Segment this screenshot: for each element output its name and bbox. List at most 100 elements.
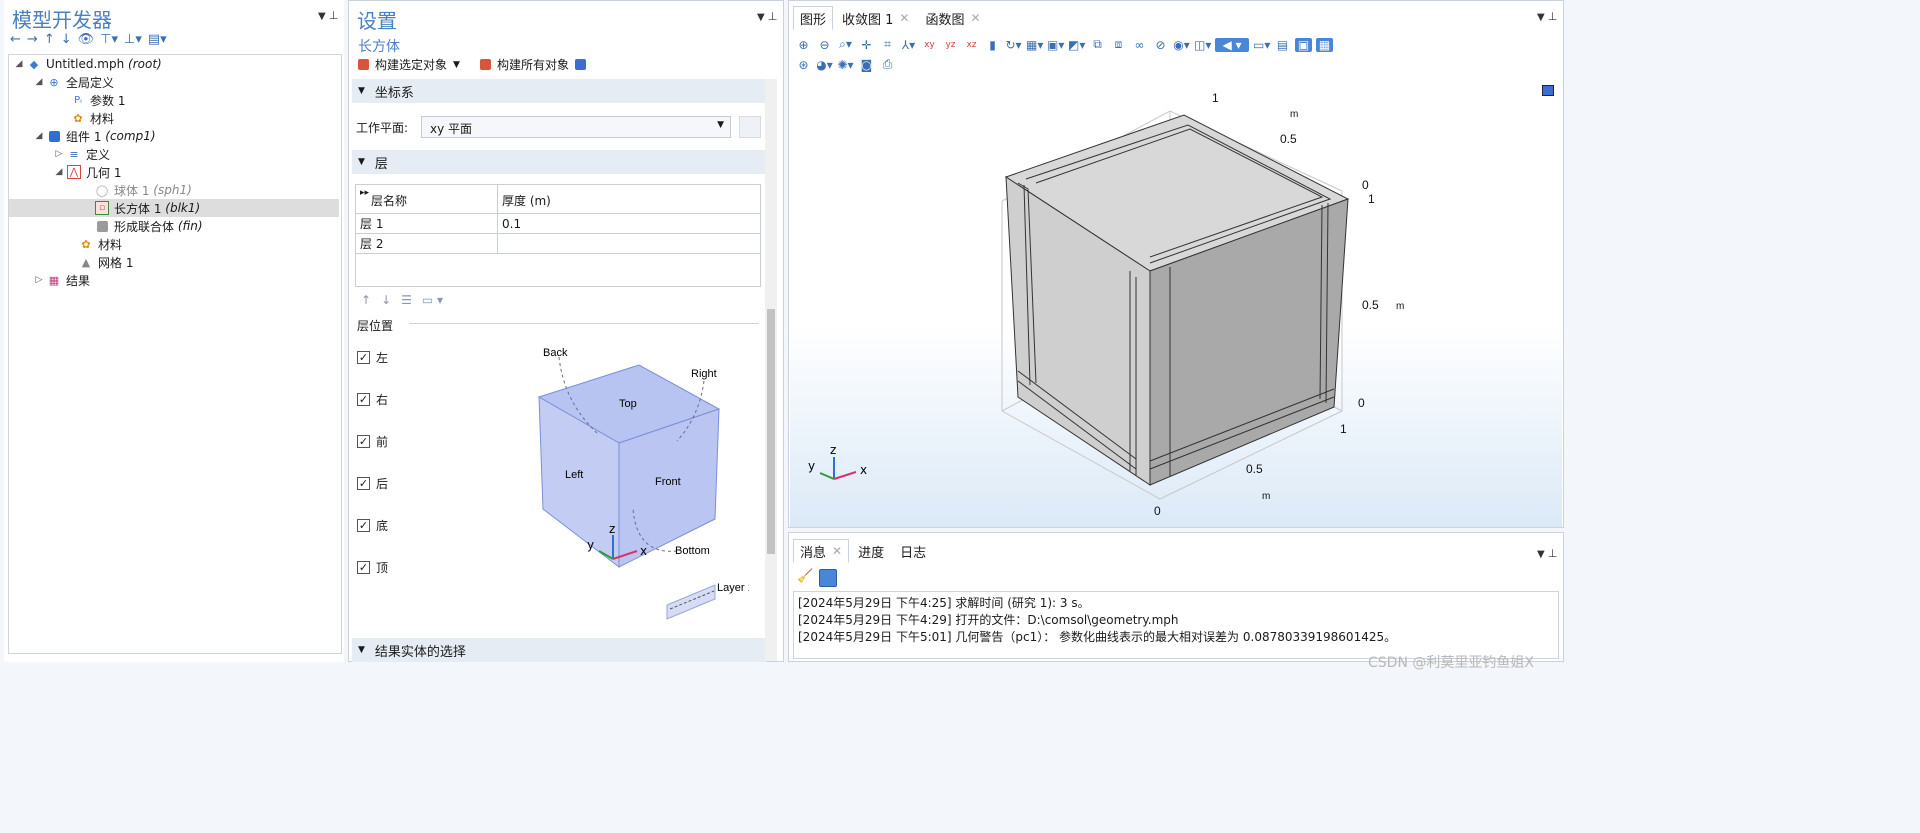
render-mode-icon[interactable]: ▭▾	[1253, 38, 1270, 52]
table-row[interactable]: 层 1 0.1	[355, 213, 761, 234]
section-layers[interactable]: ▼ 层	[352, 150, 766, 174]
collapse-icon[interactable]: ⊥▾	[124, 32, 142, 50]
tab-convergence-plot[interactable]: 收敛图 1 ✕	[835, 6, 916, 30]
down-arrow-icon[interactable]: ↓	[61, 32, 72, 50]
move-down-icon[interactable]: ↓	[381, 293, 391, 307]
checkbox-front[interactable]: ✓ 前	[357, 433, 388, 450]
view-direction-icon[interactable]: ▮	[984, 38, 1001, 52]
panel-menu-icon[interactable]: ▼ ⊥	[1537, 10, 1557, 23]
section-coordinate-system[interactable]: ▼ 坐标系	[352, 79, 766, 103]
hide-icon[interactable]: ⊘	[1152, 38, 1169, 52]
axes-icon[interactable]: ⅄▾	[900, 38, 917, 52]
tree-item-materials-component[interactable]: ✿ 材料	[9, 235, 339, 253]
section-result-selection[interactable]: ▼ 结果实体的选择	[352, 638, 766, 662]
tree-item-component[interactable]: ◢ 组件 1 (comp1)	[9, 127, 339, 145]
show-icon[interactable]: 👁	[78, 32, 95, 50]
forward-arrow-icon[interactable]: →	[27, 32, 38, 50]
panel-menu-icon[interactable]: ▼ ⊥	[757, 10, 777, 23]
cell-layer-name[interactable]: 层 2	[355, 233, 498, 254]
col-thickness[interactable]: 厚度 (m)	[497, 184, 761, 214]
table-edit-icon[interactable]: ▭ ▾	[422, 293, 443, 307]
view-xy-icon[interactable]: xy	[921, 40, 938, 50]
link-icon[interactable]: ∞	[1131, 38, 1148, 52]
view-xz-icon[interactable]: xz	[963, 40, 980, 50]
checkbox-back[interactable]: ✓ 后	[357, 475, 388, 492]
chevron-down-icon[interactable]: ▼	[453, 60, 460, 70]
tree-item-form-union[interactable]: 形成联合体 (fin)	[9, 217, 339, 235]
panel-menu-icon[interactable]: ▼ ⊥	[1537, 547, 1557, 560]
axis-right-05: 0.5	[1362, 298, 1379, 312]
tab-messages[interactable]: 消息 ✕	[793, 539, 850, 563]
tab-progress[interactable]: 进度	[851, 539, 891, 563]
zoom-in-icon[interactable]: ⊕	[795, 38, 812, 52]
reset-view-icon[interactable]: ⊛	[795, 58, 812, 72]
tree-item-sphere[interactable]: ◯ 球体 1 (sph1)	[9, 181, 339, 199]
build-selected-button[interactable]: 构建选定对象	[375, 56, 447, 73]
scene-light-icon[interactable]: ▣	[1295, 37, 1312, 52]
select-objects-icon[interactable]: ▦▾	[1026, 38, 1043, 52]
lighting-icon[interactable]: ▤	[1274, 38, 1291, 52]
zoom-extents-icon[interactable]: ✛	[858, 38, 875, 52]
up-arrow-icon[interactable]: ↑	[44, 32, 55, 50]
cell-thickness[interactable]	[497, 233, 761, 254]
checkbox-top[interactable]: ✓ 顶	[357, 559, 388, 576]
scene-icon[interactable]: ✺▾	[837, 58, 854, 72]
expand-icon[interactable]: ⊤▾	[100, 32, 118, 50]
tab-log[interactable]: 日志	[893, 539, 933, 563]
globe-icon: ⊕	[49, 75, 59, 89]
tree-item-block[interactable]: ▫ 长方体 1 (blk1)	[9, 199, 339, 217]
print-icon[interactable]: ⎙	[879, 57, 896, 72]
zoom-selection-icon[interactable]: ⌗	[879, 37, 896, 52]
close-icon[interactable]: ✕	[832, 544, 842, 558]
tree-item-mesh[interactable]: ▲ 网格 1	[9, 253, 339, 271]
col-layer-name[interactable]: ▸▸层名称	[355, 184, 498, 214]
tree-item-global-definitions[interactable]: ◢ ⊕ 全局定义	[9, 73, 339, 91]
rotate-icon[interactable]: ↻▾	[1005, 38, 1022, 52]
cell-thickness[interactable]: 0.1	[497, 213, 761, 234]
camera-view-icon[interactable]: ◕▾	[816, 58, 833, 72]
wireframe-icon[interactable]: ◀ ▾	[1215, 37, 1249, 52]
tree-item-parameters[interactable]: Pᵢ 参数 1	[9, 91, 339, 109]
checkbox-right[interactable]: ✓ 右	[357, 391, 388, 408]
show-icon[interactable]: ◉▾	[1173, 38, 1190, 52]
select-domains-icon[interactable]: ◩▾	[1068, 38, 1085, 52]
triad-y-label: y	[808, 459, 815, 473]
select-boundaries-icon[interactable]: ▣▾	[1047, 38, 1064, 52]
zoom-to-selection-icon[interactable]: ⧉	[1089, 37, 1106, 52]
checkbox-bottom[interactable]: ✓ 底	[357, 517, 388, 534]
tree-tag: (blk1)	[165, 201, 201, 215]
list-view-icon[interactable]: ▤▾	[148, 32, 167, 50]
build-all-button[interactable]: 构建所有对象	[497, 56, 569, 73]
scrollbar-thumb[interactable]	[767, 309, 775, 554]
view-yz-icon[interactable]: yz	[942, 40, 959, 50]
zoom-box-icon[interactable]: ⌕▾	[837, 37, 854, 52]
tree-item-results[interactable]: ▷ ▦ 结果	[9, 271, 339, 289]
transparency-icon[interactable]: ◫▾	[1194, 38, 1211, 52]
graphics-viewport[interactable]: 1 m 0.5 0 1 0.5 m 0 1 0.5 m 0 z y x	[790, 81, 1562, 527]
tree-item-definitions[interactable]: ▷ ≡ 定义	[9, 145, 339, 163]
back-arrow-icon[interactable]: ←	[10, 32, 21, 50]
cell-layer-name[interactable]: 层 1	[355, 213, 498, 234]
zoom-out-icon[interactable]: ⊖	[816, 38, 833, 52]
close-icon[interactable]: ✕	[899, 11, 909, 25]
tab-function-plot[interactable]: 函数图 ✕	[918, 6, 987, 30]
close-icon[interactable]: ✕	[971, 11, 981, 25]
tree-item-materials-global[interactable]: ✿ 材料	[9, 109, 339, 127]
grid-toggle-icon[interactable]: ▦	[1316, 37, 1333, 52]
move-up-icon[interactable]: ↑	[361, 293, 371, 307]
workplane-select[interactable]: xy 平面 ▼	[421, 116, 731, 138]
zoom-extents-icon[interactable]	[574, 59, 586, 70]
list-icon[interactable]: ☰	[401, 293, 412, 307]
clear-icon[interactable]: 🧹	[797, 569, 813, 587]
table-row[interactable]: 层 2	[355, 233, 761, 254]
tree-item-root[interactable]: ◢ ◆ Untitled.mph (root)	[9, 55, 339, 73]
tab-graphics[interactable]: 图形	[793, 6, 834, 30]
clear-selection-icon[interactable]: ⧈	[1110, 37, 1127, 52]
screenshot-icon[interactable]: ◙	[858, 58, 875, 72]
copy-icon[interactable]	[819, 569, 838, 587]
checkbox-left[interactable]: ✓ 左	[357, 349, 388, 366]
tree-item-geometry[interactable]: ◢ ⋀ 几何 1	[9, 163, 339, 181]
panel-menu-icon[interactable]: ▼ ⊥	[318, 9, 338, 22]
workplane-go-button[interactable]	[739, 116, 761, 138]
settings-scrollbar[interactable]	[765, 79, 777, 661]
